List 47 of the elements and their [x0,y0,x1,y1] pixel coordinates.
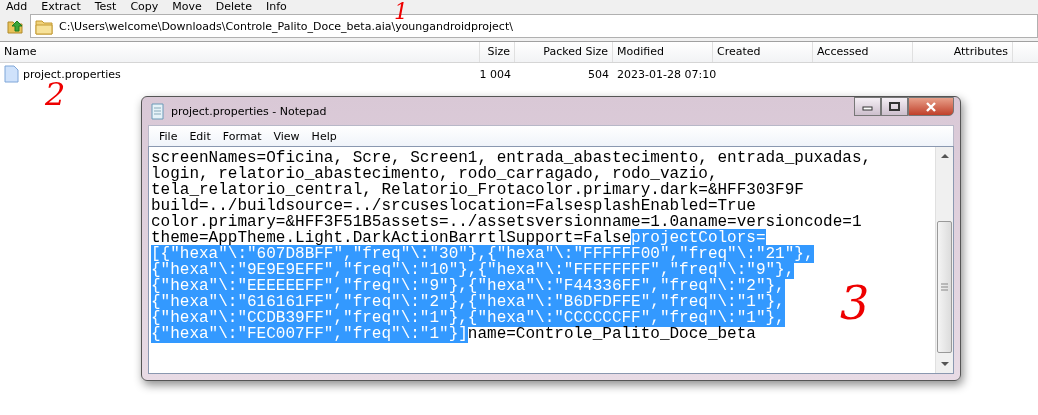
annotation-mark: 2 [45,80,66,108]
toolbar-button[interactable]: Move [172,1,202,12]
menu-item[interactable]: Help [305,129,343,143]
scrollbar[interactable] [935,147,953,373]
table-cell-text: 1 004 [480,67,512,81]
scroll-thumb[interactable] [937,221,952,353]
column-header[interactable]: Modified [613,42,713,62]
maximize-icon [889,102,900,111]
text-line: build=../buildsource=../srcuseslocation=FalsesplashEnabled=True [151,197,756,215]
grip-icon [941,283,948,291]
maximize-button[interactable] [881,97,908,116]
text-line: theme=AppTheme.Light.DarkActionBarrtlSupport=False [151,229,632,247]
column-header[interactable]: Created [713,42,813,62]
close-button[interactable] [908,97,954,116]
toolbar-button[interactable]: Copy [130,1,159,12]
menu-item[interactable]: Format [216,129,268,143]
text-line: name=Controle_Palito_Doce_beta [467,325,756,343]
text-line: tela_relatorio_central, Relatorio_Frotacolor.primary.dark=&HFF303F9F [151,181,804,199]
text-line: color.primary=&HFF3F51B5assets=../assetsversionname=1.0aname=versioncode=1 [151,213,862,231]
column-header[interactable]: Size [480,42,515,62]
annotation-mark: 3 [840,280,870,326]
toolbar-button[interactable]: Info [265,1,287,12]
column-header[interactable]: Name [0,42,480,62]
selected-text: {"hexa"\:"CCDB39FF","freq"\:"1"},{"hexa"\:"CCCCCCFF","freq"\:"1"}, [151,309,785,327]
toolbar-button[interactable]: Test [94,1,117,12]
window-title: project.properties - Notepad [171,104,328,118]
column-header[interactable]: Packed Size [515,42,613,62]
menu-item[interactable]: View [267,129,306,143]
notepad-icon [150,102,165,120]
menu-item[interactable]: Edit [183,129,217,143]
text-line: login, relatorio_abastecimento, rodo_carragado, rodo_vazio, [151,165,718,183]
toolbar-button[interactable]: Delete [215,1,252,12]
scroll-down-icon [939,360,950,368]
menu-item[interactable]: File [153,129,184,143]
column-header[interactable]: Attributes [913,42,1013,62]
column-header[interactable]: Accessed [813,42,913,62]
toolbar-button[interactable]: Add [6,1,28,12]
scroll-up-icon [939,152,950,160]
file-name[interactable]: project.properties [23,67,121,81]
toolbar-button[interactable]: Extract [41,1,81,12]
minimize-button[interactable] [854,97,881,116]
file-icon [4,65,19,83]
text-line: screenNames=Oficina, Scre, Screen1, entrada_abastecimento, entrada_puxadas, [151,149,872,167]
folder-icon [35,17,53,35]
table-cell-text: 504 [587,67,610,81]
close-icon [925,101,937,112]
selected-text: {"hexa"\:"FEC007FF","freq"\:"1"}] [151,325,468,343]
